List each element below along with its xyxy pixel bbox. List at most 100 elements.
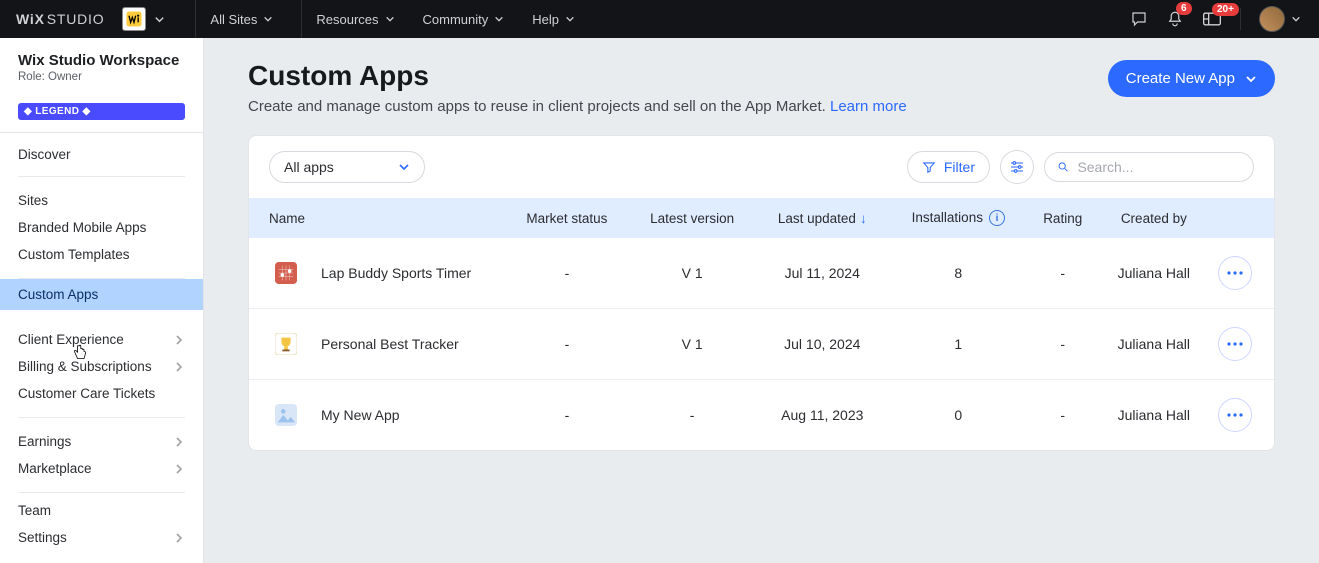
info-icon[interactable]: i: [989, 210, 1005, 226]
cell-installs: 0: [889, 380, 1028, 451]
nav-label: Community: [423, 12, 489, 27]
all-apps-dropdown[interactable]: All apps: [269, 151, 425, 183]
workspace-role: Role: Owner: [18, 71, 185, 83]
chevron-down-icon: [263, 14, 273, 24]
app-icon: [269, 327, 303, 361]
site-switcher-chevron-icon[interactable]: [154, 14, 165, 25]
sidebar: Wix Studio Workspace Role: Owner ◆ LEGEN…: [0, 38, 204, 563]
page-subtitle: Create and manage custom apps to reuse i…: [248, 98, 907, 115]
dropdown-label: All apps: [284, 159, 334, 175]
chevron-right-icon: [173, 532, 185, 544]
sort-down-icon: ↓: [860, 211, 867, 226]
cell-version: V 1: [629, 309, 756, 380]
col-rating[interactable]: Rating: [1028, 198, 1098, 238]
sidebar-item-label: Billing & Subscriptions: [18, 359, 152, 374]
cell-rating: -: [1028, 238, 1098, 309]
sidebar-item-label: Marketplace: [18, 461, 92, 476]
user-menu[interactable]: [1259, 6, 1301, 32]
nav-all-sites[interactable]: All Sites: [196, 0, 287, 38]
col-name[interactable]: Name: [249, 198, 505, 238]
sidebar-item-label: Custom Apps: [18, 287, 98, 302]
apps-table-card: All apps Filter: [248, 135, 1275, 451]
sidebar-item-label: Settings: [18, 530, 67, 545]
cell-market: -: [505, 309, 628, 380]
sidebar-item-label: Sites: [18, 193, 48, 208]
col-market[interactable]: Market status: [505, 198, 628, 238]
cell-updated: Aug 11, 2023: [756, 380, 889, 451]
sidebar-item-team[interactable]: Team: [0, 497, 203, 524]
cell-installs: 1: [889, 309, 1028, 380]
chevron-right-icon: [173, 334, 185, 346]
bell-badge: 6: [1176, 2, 1192, 15]
sidebar-item-label: Discover: [18, 147, 71, 162]
row-more-button[interactable]: [1218, 256, 1252, 290]
app-name: My New App: [321, 407, 400, 423]
app-icon: [269, 256, 303, 290]
chevron-down-icon: [565, 14, 575, 24]
more-icon: [1227, 342, 1243, 346]
col-installs[interactable]: Installationsi: [889, 198, 1028, 238]
sidebar-item-custom-apps[interactable]: Custom Apps: [0, 279, 203, 310]
search-icon: [1057, 160, 1069, 174]
row-more-button[interactable]: [1218, 398, 1252, 432]
nav-help[interactable]: Help: [518, 0, 589, 38]
search-field[interactable]: [1044, 152, 1254, 182]
inbox-badge: 20+: [1212, 3, 1239, 16]
search-input[interactable]: [1077, 159, 1241, 175]
cell-rating: -: [1028, 309, 1098, 380]
sliders-icon: [1009, 160, 1025, 174]
nav-label: Resources: [316, 12, 378, 27]
cell-created-by: Juliana Hall: [1098, 238, 1210, 309]
cell-installs: 8: [889, 238, 1028, 309]
table-row[interactable]: Personal Best Tracker - V 1 Jul 10, 2024…: [249, 309, 1274, 380]
wix-studio-logo[interactable]: WiX STUDIO: [0, 7, 181, 31]
chevron-down-icon: [1245, 73, 1257, 85]
logo-text-studio: STUDIO: [47, 11, 105, 27]
sidebar-item-label: Customer Care Tickets: [18, 386, 155, 401]
sidebar-item-custom-templates[interactable]: Custom Templates: [18, 241, 185, 268]
columns-settings-button[interactable]: [1000, 150, 1034, 184]
table-row[interactable]: My New App - - Aug 11, 2023 0 - Juliana …: [249, 380, 1274, 451]
sidebar-item-label: Team: [18, 503, 51, 518]
sidebar-item-earnings[interactable]: Earnings: [18, 428, 185, 455]
nav-label: All Sites: [210, 12, 257, 27]
nav-community[interactable]: Community: [409, 0, 519, 38]
sidebar-item-marketplace[interactable]: Marketplace: [18, 455, 185, 482]
wix-app-icon: [122, 7, 146, 31]
chat-icon[interactable]: [1130, 10, 1148, 28]
sidebar-item-branded-mobile[interactable]: Branded Mobile Apps: [18, 214, 185, 241]
chevron-down-icon: [1291, 14, 1301, 24]
cell-version: -: [629, 380, 756, 451]
filter-button[interactable]: Filter: [907, 151, 990, 183]
cell-created-by: Juliana Hall: [1098, 380, 1210, 451]
create-button-label: Create New App: [1126, 70, 1235, 87]
nav-resources[interactable]: Resources: [302, 0, 408, 38]
table-row[interactable]: Lap Buddy Sports Timer - V 1 Jul 11, 202…: [249, 238, 1274, 309]
sidebar-item-label: Client Experience: [18, 332, 124, 347]
inbox-icon[interactable]: 20+: [1202, 11, 1222, 27]
chevron-down-icon: [385, 14, 395, 24]
sidebar-item-billing[interactable]: Billing & Subscriptions: [18, 353, 185, 380]
col-updated[interactable]: Last updated↓: [756, 198, 889, 238]
sidebar-item-client-experience[interactable]: Client Experience: [18, 326, 185, 353]
chevron-down-icon: [398, 161, 410, 173]
cell-market: -: [505, 238, 628, 309]
sidebar-item-sites[interactable]: Sites: [18, 187, 185, 214]
filter-label: Filter: [944, 159, 975, 175]
divider: [1240, 8, 1241, 30]
create-new-app-button[interactable]: Create New App: [1108, 60, 1275, 97]
chevron-right-icon: [173, 361, 185, 373]
cell-updated: Jul 11, 2024: [756, 238, 889, 309]
sidebar-item-settings[interactable]: Settings: [0, 524, 203, 551]
chevron-right-icon: [173, 436, 185, 448]
row-more-button[interactable]: [1218, 327, 1252, 361]
col-version[interactable]: Latest version: [629, 198, 756, 238]
sidebar-item-care-tickets[interactable]: Customer Care Tickets: [18, 380, 185, 407]
learn-more-link[interactable]: Learn more: [830, 98, 907, 115]
cell-market: -: [505, 380, 628, 451]
logo-text-wix: WiX: [16, 11, 45, 27]
col-created-by[interactable]: Created by: [1098, 198, 1210, 238]
app-name: Lap Buddy Sports Timer: [321, 265, 471, 281]
sidebar-item-discover[interactable]: Discover: [0, 141, 203, 168]
bell-icon[interactable]: 6: [1166, 10, 1184, 28]
